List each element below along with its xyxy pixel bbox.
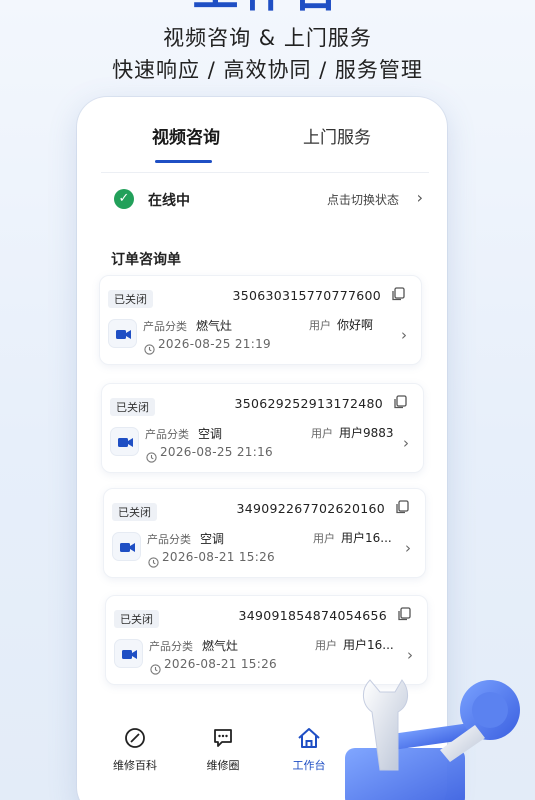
clock-icon (148, 553, 159, 568)
video-camera-icon (114, 639, 143, 668)
user-value: 你好啊 (337, 318, 374, 332)
order-time: 2026-08-25 21:16 (160, 445, 273, 459)
compass-icon (105, 725, 165, 751)
order-card[interactable]: 已关闭 350629252913172480 产品分类 空调 用户 用户9883 2026-… (101, 383, 424, 473)
category-value: 燃气灶 (202, 639, 239, 653)
category-value: 空调 (200, 532, 225, 546)
switch-status-link[interactable]: 点击切换状态 (327, 191, 399, 208)
user-value: 用户9883 (339, 426, 394, 440)
category-value: 空调 (198, 427, 223, 441)
nav-item-circle[interactable]: 维修圈 (193, 725, 253, 773)
divider (101, 172, 429, 173)
user-label: 用户 (311, 427, 333, 440)
chat-bubble-icon (193, 725, 253, 751)
order-number: 349092267702620160 (236, 501, 385, 516)
category-label: 产品分类 (145, 428, 189, 441)
copy-icon[interactable] (397, 606, 411, 621)
hero-subtitle: 视频咨询 & 上门服务 (163, 26, 372, 50)
order-number: 350630315770777600 (232, 288, 381, 303)
category-label: 产品分类 (149, 640, 193, 653)
hero-tagline: 快速响应 / 高效协同 / 服务管理 (112, 58, 423, 82)
nav-item-wiki[interactable]: 维修百科 (105, 725, 165, 773)
clock-icon (150, 660, 161, 675)
status-badge: 已关闭 (110, 398, 155, 416)
user-label: 用户 (309, 319, 331, 332)
section-title: 订单咨询单 (111, 252, 181, 268)
video-camera-icon (108, 319, 137, 348)
status-badge: 已关闭 (112, 503, 157, 521)
order-number: 350629252913172480 (234, 396, 383, 411)
copy-icon[interactable] (395, 499, 409, 514)
copy-icon[interactable] (391, 286, 405, 301)
order-time: 2026-08-25 21:19 (158, 337, 271, 351)
chevron-right-icon[interactable]: › (407, 646, 413, 664)
chevron-right-icon[interactable]: › (403, 434, 409, 452)
status-badge: 已关闭 (114, 610, 159, 628)
nav-item-workbench[interactable]: 工作台 (279, 725, 339, 773)
tab-active-indicator (155, 160, 212, 163)
clock-icon (144, 340, 155, 355)
category-label: 产品分类 (147, 533, 191, 546)
user-value: 用户16... (341, 531, 392, 545)
order-card[interactable]: 已关闭 350630315770777600 产品分类 燃气灶 用户 你好啊 2026-08… (99, 275, 422, 365)
check-circle-icon: ✓ (114, 189, 134, 209)
nav-label: 维修百科 (113, 759, 157, 772)
video-camera-icon (112, 532, 141, 561)
nav-label: 工作台 (292, 759, 326, 772)
wrench-decoration (340, 670, 535, 800)
video-camera-icon (110, 427, 139, 456)
user-value: 用户16... (343, 638, 394, 652)
home-icon (279, 725, 339, 751)
tab-onsite-service[interactable]: 上门服务 (303, 123, 371, 148)
hero-title: 工作台 (0, 0, 535, 14)
clock-icon (146, 448, 157, 463)
category-label: 产品分类 (143, 320, 187, 333)
chevron-right-icon[interactable]: › (405, 539, 411, 557)
online-status-row: ✓ 在线中 点击切换状态 › (111, 188, 423, 213)
order-time: 2026-08-21 15:26 (164, 657, 277, 671)
tab-video-consult[interactable]: 视频咨询 (152, 123, 220, 148)
category-value: 燃气灶 (196, 319, 233, 333)
nav-label: 维修圈 (206, 759, 240, 772)
status-text: 在线中 (148, 193, 190, 209)
chevron-right-icon[interactable]: › (417, 188, 423, 207)
user-label: 用户 (313, 532, 335, 545)
user-label: 用户 (315, 639, 337, 652)
chevron-right-icon[interactable]: › (401, 326, 407, 344)
tab-bar: 视频咨询 上门服务 (77, 123, 447, 173)
order-time: 2026-08-21 15:26 (162, 550, 275, 564)
order-card[interactable]: 已关闭 349092267702620160 产品分类 空调 用户 用户16... 2026… (103, 488, 426, 578)
order-number: 349091854874054656 (238, 608, 387, 623)
copy-icon[interactable] (393, 394, 407, 409)
status-badge: 已关闭 (108, 290, 153, 308)
